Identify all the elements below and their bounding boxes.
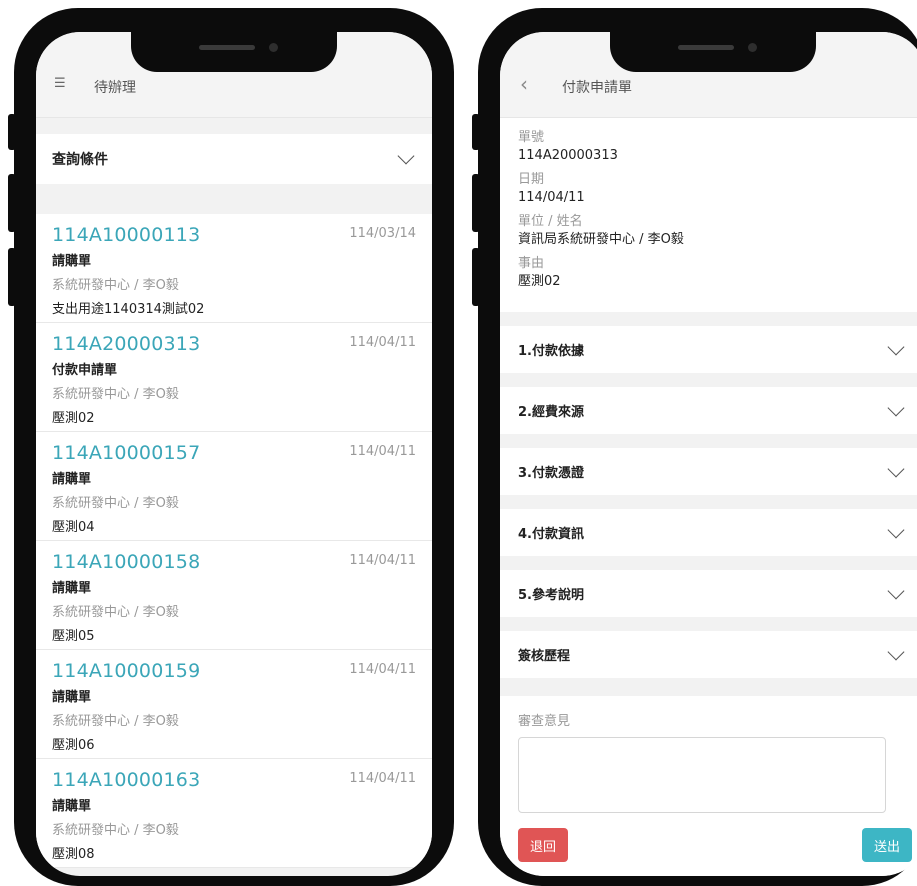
doc-unit-value: 資訊局系統研發中心 / 李O毅 — [518, 232, 684, 247]
collapsible-sections: 1.付款依據 2.經費來源 3.付款憑證 4.付款資訊 5.參考說明 簽核歷程 — [500, 326, 917, 692]
side-button — [472, 114, 480, 150]
pending-list: 114A10000113 114/03/14 請購單 系統研發中心 / 李O毅 支出用途… — [36, 214, 432, 868]
page-title: 待辦理 — [94, 80, 136, 96]
applicant-unit: 系統研發中心 / 李O毅 — [52, 823, 179, 838]
doc-reason-value: 壓測02 — [518, 274, 561, 289]
document-date: 114/03/14 — [349, 226, 416, 241]
document-date: 114/04/11 — [349, 444, 416, 459]
phone-frame-right: ‹ 付款申請單 單號 114A20000313 日期 114/04/11 單位 … — [472, 8, 917, 886]
query-conditions-toggle[interactable]: 查詢條件 — [36, 134, 432, 184]
form-type: 請購單 — [52, 581, 92, 596]
reject-button[interactable]: 退回 — [518, 828, 569, 862]
section-toggle[interactable]: 1.付款依據 — [500, 326, 917, 373]
section-toggle[interactable]: 4.付款資訊 — [500, 509, 917, 556]
section-label: 簽核歷程 — [518, 649, 571, 664]
speaker — [678, 45, 734, 50]
doc-no-value: 114A20000313 — [518, 148, 618, 163]
list-item[interactable]: 114A10000163 114/04/11 請購單 系統研發中心 / 李O毅 壓測08 — [36, 759, 432, 868]
section-label: 2.經費來源 — [518, 405, 584, 420]
doc-date-value: 114/04/11 — [518, 190, 585, 205]
document-date: 114/04/11 — [349, 553, 416, 568]
section-toggle[interactable]: 2.經費來源 — [500, 387, 917, 434]
document-date: 114/04/11 — [349, 662, 416, 677]
query-label: 查詢條件 — [52, 152, 108, 168]
side-button — [8, 248, 16, 306]
document-memo: 壓測05 — [52, 629, 95, 644]
list-item[interactable]: 114A20000313 114/04/11 付款申請單 系統研發中心 / 李O毅 壓測… — [36, 323, 432, 432]
chevron-down-icon — [887, 460, 905, 477]
side-button — [472, 174, 480, 232]
document-date: 114/04/11 — [349, 771, 416, 786]
camera — [269, 43, 278, 52]
review-panel: 審查意見 退回 送出 — [500, 696, 917, 876]
document-memo: 壓測02 — [52, 411, 95, 426]
section-label: 4.付款資訊 — [518, 527, 584, 542]
applicant-unit: 系統研發中心 / 李O毅 — [52, 387, 179, 402]
chevron-down-icon — [887, 643, 905, 660]
section-label: 5.參考說明 — [518, 588, 584, 603]
speaker — [199, 45, 255, 50]
camera — [748, 43, 757, 52]
back-icon[interactable]: ‹ — [520, 72, 528, 96]
side-button — [472, 248, 480, 306]
section-label: 3.付款憑證 — [518, 466, 584, 481]
chevron-down-icon — [887, 521, 905, 538]
chevron-down-icon — [887, 582, 905, 599]
list-item[interactable]: 114A10000113 114/03/14 請購單 系統研發中心 / 李O毅 支出用途… — [36, 214, 432, 323]
form-type: 請購單 — [52, 799, 92, 814]
list-item[interactable]: 114A10000157 114/04/11 請購單 系統研發中心 / 李O毅 壓測04 — [36, 432, 432, 541]
chevron-down-icon — [397, 147, 415, 165]
form-type: 付款申請單 — [52, 363, 118, 378]
screen-right: ‹ 付款申請單 單號 114A20000313 日期 114/04/11 單位 … — [500, 32, 917, 876]
doc-no-label: 單號 — [518, 130, 545, 145]
phone-frame-left: ☰ 待辦理 查詢條件 114A10000113 114/03/14 請購單 系統研發中… — [8, 8, 454, 886]
chevron-down-icon — [887, 399, 905, 416]
document-memo: 壓測06 — [52, 738, 95, 753]
section-toggle[interactable]: 簽核歷程 — [500, 631, 917, 678]
applicant-unit: 系統研發中心 / 李O毅 — [52, 496, 179, 511]
applicant-unit: 系統研發中心 / 李O毅 — [52, 714, 179, 729]
chevron-down-icon — [887, 338, 905, 355]
document-memo: 壓測04 — [52, 520, 95, 535]
list-item[interactable]: 114A10000159 114/04/11 請購單 系統研發中心 / 李O毅 壓測06 — [36, 650, 432, 759]
form-type: 請購單 — [52, 254, 92, 269]
document-memo: 支出用途1140314測試02 — [52, 302, 205, 317]
review-comment-input[interactable] — [518, 737, 886, 813]
section-toggle[interactable]: 5.參考說明 — [500, 570, 917, 617]
doc-unit-label: 單位 / 姓名 — [518, 214, 583, 229]
menu-icon[interactable]: ☰ — [54, 76, 66, 91]
side-button — [8, 174, 16, 232]
doc-date-label: 日期 — [518, 172, 545, 187]
form-type: 請購單 — [52, 472, 92, 487]
notch — [610, 32, 816, 72]
list-item[interactable]: 114A10000158 114/04/11 請購單 系統研發中心 / 李O毅 壓測05 — [36, 541, 432, 650]
submit-button[interactable]: 送出 — [861, 828, 912, 862]
form-type: 請購單 — [52, 690, 92, 705]
notch — [131, 32, 337, 72]
section-toggle[interactable]: 3.付款憑證 — [500, 448, 917, 495]
document-memo: 壓測08 — [52, 847, 95, 862]
section-label: 1.付款依據 — [518, 344, 584, 359]
document-date: 114/04/11 — [349, 335, 416, 350]
applicant-unit: 系統研發中心 / 李O毅 — [52, 605, 179, 620]
document-info: 單號 114A20000313 日期 114/04/11 單位 / 姓名 資訊局… — [500, 118, 917, 312]
doc-reason-label: 事由 — [518, 256, 545, 271]
screen-left: ☰ 待辦理 查詢條件 114A10000113 114/03/14 請購單 系統研發中… — [36, 32, 432, 876]
review-label: 審查意見 — [518, 714, 571, 729]
page-title: 付款申請單 — [562, 80, 632, 96]
side-button — [8, 114, 16, 150]
applicant-unit: 系統研發中心 / 李O毅 — [52, 278, 179, 293]
